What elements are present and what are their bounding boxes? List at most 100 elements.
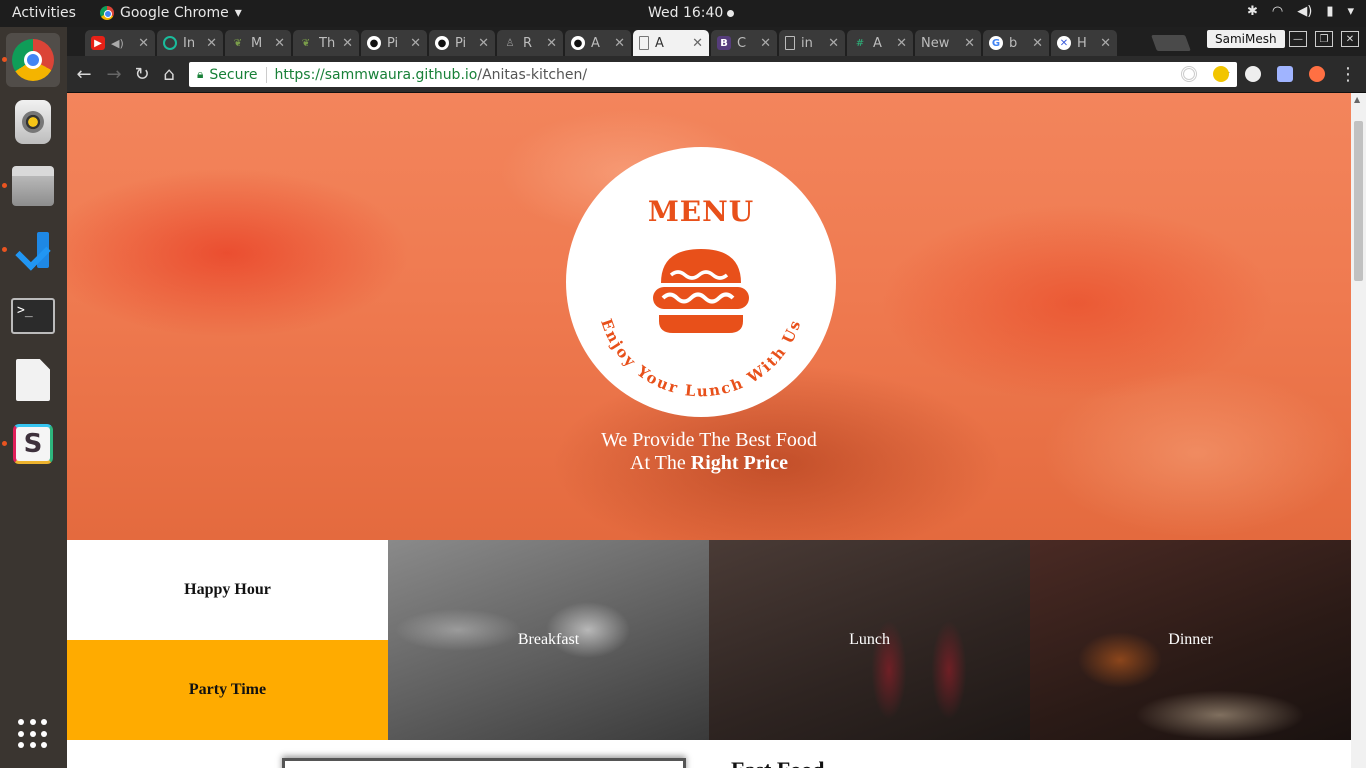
reload-icon[interactable]: ↻ [131,64,153,85]
ring-icon [163,36,177,50]
close-icon[interactable]: ✕ [760,36,771,51]
vscode-icon [13,230,53,270]
dock-chrome[interactable] [2,33,60,87]
volume-icon[interactable]: ◀) [1297,4,1312,19]
tab[interactable]: ❦ Th ✕ [293,30,359,56]
forward-arrow-icon[interactable]: → [103,64,125,85]
dock-vscode[interactable] [2,223,60,277]
close-icon[interactable]: ✕ [1100,36,1111,51]
url-host: https://sammwaura.github.io [274,66,478,83]
audio-icon[interactable]: ◀) [111,37,124,50]
happy-hour-tile[interactable]: Happy Hour [67,540,388,640]
close-icon[interactable]: ✕ [964,36,975,51]
page-scrollbar[interactable]: ▲ [1351,93,1366,768]
dinner-tile[interactable]: Dinner [1030,540,1351,740]
tab[interactable]: ● Pi ✕ [361,30,427,56]
clock[interactable]: Wed 16:40 [648,5,735,21]
divider [265,66,267,83]
new-tab-button[interactable] [1151,35,1191,51]
tab[interactable]: ✕ H ✕ [1051,30,1117,56]
tab[interactable]: ● Pi ✕ [429,30,495,56]
close-window-button[interactable]: ✕ [1341,31,1359,47]
party-time-tile[interactable]: Party Time [67,640,388,740]
tile-label: Party Time [188,681,267,698]
scroll-up-arrow-icon[interactable]: ▲ [1354,95,1360,104]
dock-slack[interactable]: S [2,417,60,471]
close-icon[interactable]: ✕ [206,36,217,51]
running-indicator [2,183,7,188]
fox-extension-icon[interactable] [1309,66,1325,82]
maximize-button[interactable]: ❐ [1315,31,1333,47]
tab-title: A [873,35,882,51]
slack-icon: S [13,424,53,464]
battery-icon[interactable]: ▮ [1326,4,1333,19]
tab-title: A [655,35,664,51]
hero-tagline: We Provide The Best Food At The Right Pr… [67,429,1351,475]
tab-title: New [921,35,950,51]
tab[interactable]: In ✕ [157,30,223,56]
tab[interactable]: B C ✕ [711,30,777,56]
tab-title: Th [319,35,336,51]
chrome-icon [12,39,54,81]
close-icon[interactable]: ✕ [896,36,907,51]
back-arrow-icon[interactable]: ← [73,64,95,85]
close-icon[interactable]: ✕ [410,36,421,51]
app-menu[interactable]: Google Chrome ▾ [100,5,242,21]
minimize-button[interactable]: — [1289,31,1307,47]
close-icon[interactable]: ✕ [546,36,557,51]
close-icon[interactable]: ✕ [614,36,625,51]
dock-rhythmbox[interactable] [6,95,60,149]
leaf-icon: ❦ [301,37,311,49]
target-extension-icon[interactable] [1181,66,1197,82]
close-icon[interactable]: ✕ [478,36,489,51]
close-icon[interactable]: ✕ [1032,36,1043,51]
dock: >_ S [0,27,67,768]
tab-active[interactable]: A ✕ [633,30,709,56]
close-icon[interactable]: ✕ [342,36,353,51]
show-applications-button[interactable] [6,707,60,761]
tab[interactable]: # A ✕ [847,30,913,56]
tab[interactable]: ❦ M ✕ [225,30,291,56]
page-icon [639,36,649,50]
close-icon[interactable]: ✕ [692,36,703,51]
settings-gear-icon[interactable]: ✱ [1247,4,1258,19]
circle-extension-icon[interactable] [1245,66,1261,82]
home-icon[interactable]: ⌂ [158,64,180,85]
tab[interactable]: ▶ ◀) ✕ [85,30,155,56]
tab[interactable]: New ✕ [915,30,981,56]
tab[interactable]: G b ✕ [983,30,1049,56]
close-icon[interactable]: ✕ [138,36,149,51]
wifi-icon[interactable]: ◠ [1272,4,1283,19]
show-apps-icon [18,719,48,749]
system-tray[interactable]: ✱ ◠ ◀) ▮ ▾ [1247,4,1354,19]
puzzle-extension-icon[interactable] [1277,66,1293,82]
tagline-highlight: Right Price [690,452,788,474]
url-path: /Anitas-kitchen/ [477,66,588,83]
chrome-toolbar: ← → ↻ ⌂ 🔒︎ Secure https://sammwaura.gith… [67,56,1366,93]
profile-button[interactable]: SamiMesh [1207,30,1285,48]
notification-dot [727,9,735,17]
close-icon[interactable]: ✕ [274,36,285,51]
address-bar[interactable]: 🔒︎ Secure https://sammwaura.github.io /A… [189,62,1237,87]
chevron-down-icon[interactable]: ▾ [1347,4,1354,19]
scrollbar-thumb[interactable] [1354,121,1363,281]
leaf-icon: ❦ [233,37,243,49]
breakfast-tile[interactable]: Breakfast [388,540,709,740]
close-icon[interactable]: ✕ [828,36,839,51]
tile-label: Lunch [849,631,890,648]
dock-text-editor[interactable] [6,353,60,407]
lunch-tile[interactable]: Lunch [709,540,1030,740]
dock-files[interactable] [2,159,60,213]
tab[interactable]: ♙ R ✕ [497,30,563,56]
person-icon: ♙ [505,37,515,49]
activities-button[interactable]: Activities [12,5,76,21]
more-menu-icon[interactable]: ⋮ [1337,64,1359,85]
tab-title: A [591,35,600,51]
github-icon: ● [571,36,585,50]
tab[interactable]: ● A ✕ [565,30,631,56]
tab[interactable]: in ✕ [779,30,845,56]
tab-title: In [183,35,196,51]
github-icon: ● [435,36,449,50]
moon-extension-icon[interactable] [1213,66,1229,82]
dock-terminal[interactable]: >_ [6,289,60,343]
